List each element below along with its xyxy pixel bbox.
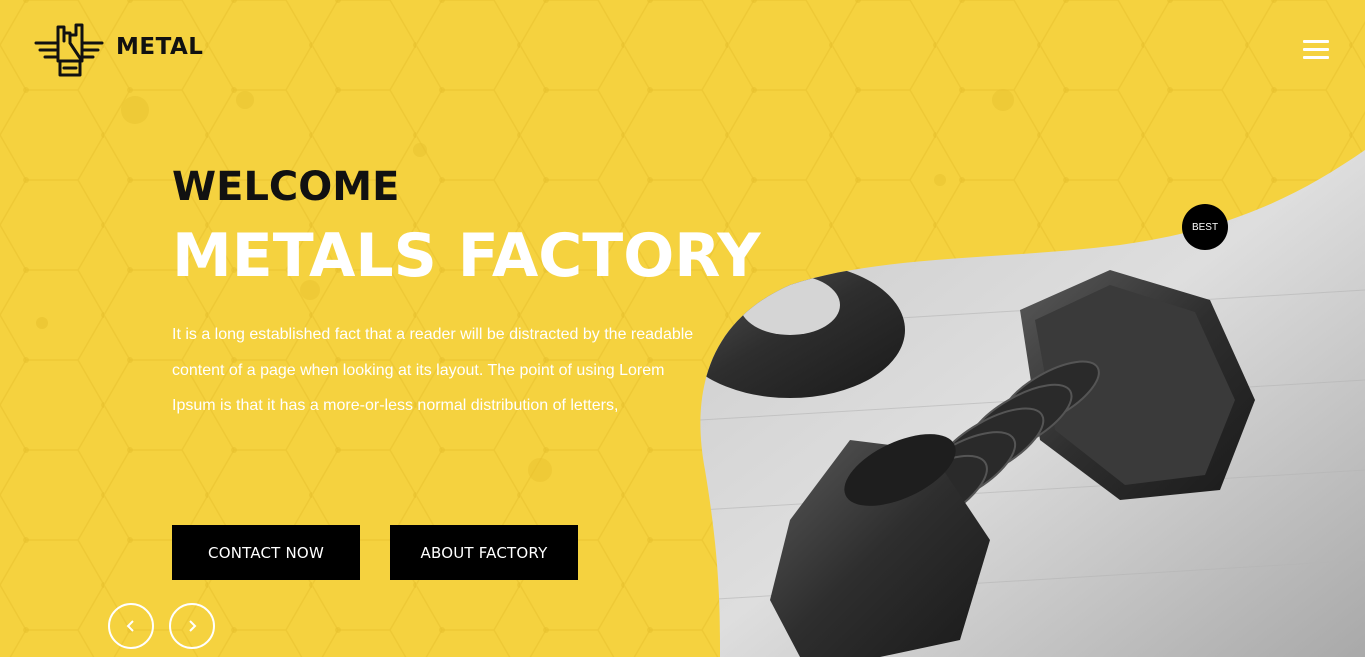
contact-now-button[interactable]: CONTACT NOW bbox=[172, 525, 360, 580]
brand-name: METAL bbox=[116, 34, 204, 60]
best-badge: BEST bbox=[1182, 204, 1228, 250]
hamburger-menu-icon[interactable] bbox=[1303, 40, 1329, 60]
chevron-right-icon bbox=[189, 620, 197, 632]
rock-hand-wings-logo-icon bbox=[34, 23, 104, 77]
chevron-left-icon bbox=[126, 620, 134, 632]
slider-prev-button[interactable] bbox=[108, 603, 154, 649]
hero-description: It is a long established fact that a rea… bbox=[172, 326, 694, 414]
hero-welcome: WELCOME bbox=[172, 164, 400, 210]
brand-logo[interactable]: METAL bbox=[34, 17, 203, 77]
about-factory-button[interactable]: ABOUT FACTORY bbox=[390, 525, 578, 580]
hero-title: METALS FACTORY bbox=[172, 221, 761, 291]
slider-next-button[interactable] bbox=[169, 603, 215, 649]
